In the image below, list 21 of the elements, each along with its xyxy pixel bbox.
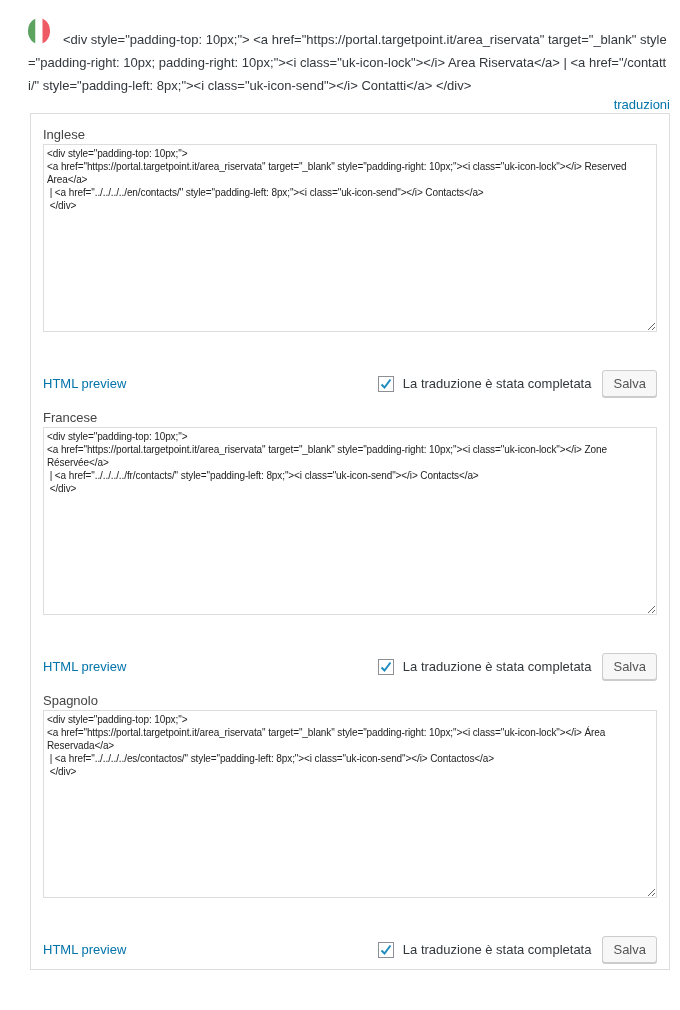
html-preview-link[interactable]: HTML preview <box>43 656 127 677</box>
italian-flag-icon <box>28 18 50 44</box>
html-preview-link[interactable]: HTML preview <box>43 373 127 394</box>
completed-label: La traduzione è stata completata <box>402 657 592 676</box>
translation-text-area[interactable]: <div style="padding-top: 10px;"> <a href="https://portal.targetpoint.it/area_riservata" target="_blank" style="padding-right: 10px;"><i class="uk-icon-lock"></i> Área Reservada</a> | <a href="../../../../es/contactos/" style="padding-left: 8px;"><i class="uk-icon-send"></i> Contactos</a> </div> <box>43 710 657 898</box>
save-button[interactable]: Salva <box>602 370 657 397</box>
save-button[interactable]: Salva <box>602 653 657 680</box>
html-preview-link[interactable]: HTML preview <box>43 939 127 960</box>
completed-checkbox[interactable] <box>377 375 394 392</box>
source-text: <div style="padding-top: 10px;"> <a href="https://portal.targetpoint.it/area_riservata" target="_blank" style="padding-right: 10px; padding-right: 10px;"><i class="uk-icon-lock"></i> Area Riservata</a> | <a href="/contatti/" style="padding-left: 8px;"><i class="uk-icon-send"></i> Contatti</a> </div> <box>28 32 667 93</box>
translation-text-area[interactable]: <div style="padding-top: 10px;"> <a href="https://portal.targetpoint.it/area_riservata" target="_blank" style="padding-right: 10px;"><i class="uk-icon-lock"></i> Reserved Area</a> | <a href="../../../../en/contacts/" style="padding-left: 8px;"><i class="uk-icon-send"></i> Contacts</a> </div> <box>43 144 657 332</box>
completed-label: La traduzione è stata completata <box>402 940 592 959</box>
completed-checkbox[interactable] <box>377 658 394 675</box>
language-label: Inglese <box>43 127 86 143</box>
translations-link[interactable]: traduzioni <box>613 97 670 113</box>
completed-checkbox[interactable] <box>377 941 394 958</box>
language-label: Spagnolo <box>43 693 99 709</box>
translation-text-area[interactable]: <div style="padding-top: 10px;"> <a href="https://portal.targetpoint.it/area_riservata" target="_blank" style="padding-right: 10px;"><i class="uk-icon-lock"></i> Zone Réservée</a> | <a href="../../../../fr/contacts/" style="padding-left: 8px;"><i class="uk-icon-send"></i> Contacts</a> </div> <box>43 427 657 615</box>
completed-label: La traduzione è stata completata <box>402 374 592 393</box>
save-button[interactable]: Salva <box>602 936 657 963</box>
language-label: Francese <box>43 410 99 426</box>
